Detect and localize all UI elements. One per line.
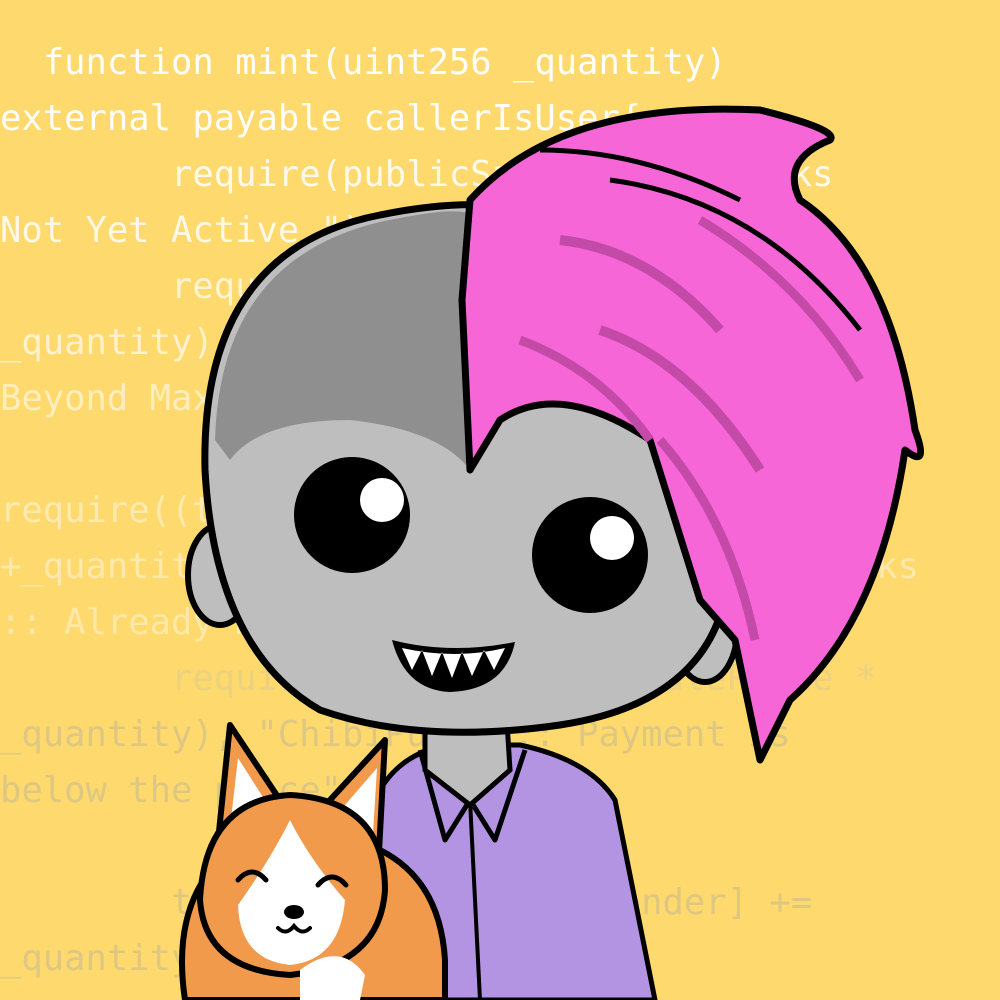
nft-artwork: function mint(uint256 _quantity) externa…: [0, 0, 1000, 1000]
right-eye: [532, 497, 648, 613]
character-illustration: [179, 105, 925, 1000]
left-eye: [294, 457, 410, 573]
